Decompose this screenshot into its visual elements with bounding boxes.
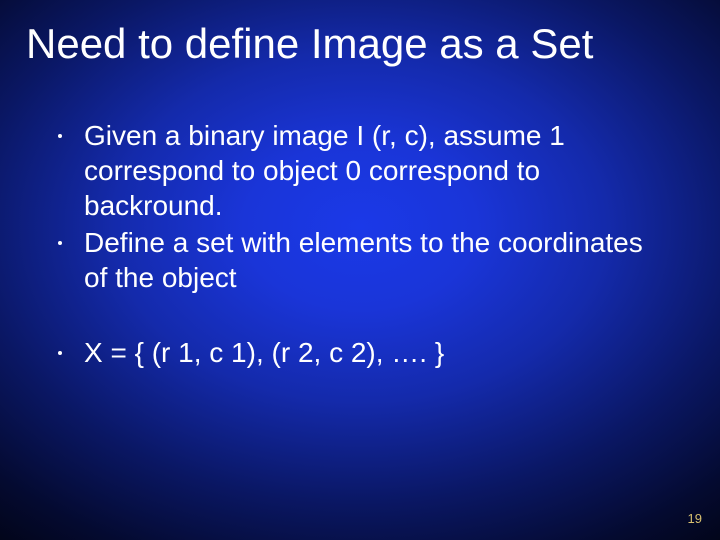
bullet-icon: [58, 241, 62, 245]
bullet-text: X = { (r 1, c 1), (r 2, c 2), …. }: [84, 335, 670, 370]
slide-title: Need to define Image as a Set: [26, 20, 700, 68]
slide-body: Given a binary image I (r, c), assume 1 …: [58, 118, 670, 372]
slide: Need to define Image as a Set Given a bi…: [0, 0, 720, 540]
page-number: 19: [688, 511, 702, 526]
bullet-icon: [58, 351, 62, 355]
list-item: X = { (r 1, c 1), (r 2, c 2), …. }: [58, 335, 670, 370]
bullet-text: Given a binary image I (r, c), assume 1 …: [84, 118, 670, 223]
list-item: Define a set with elements to the coordi…: [58, 225, 670, 295]
list-item: Given a binary image I (r, c), assume 1 …: [58, 118, 670, 223]
bullet-icon: [58, 134, 62, 138]
bullet-text: Define a set with elements to the coordi…: [84, 225, 670, 295]
spacer: [58, 297, 670, 335]
